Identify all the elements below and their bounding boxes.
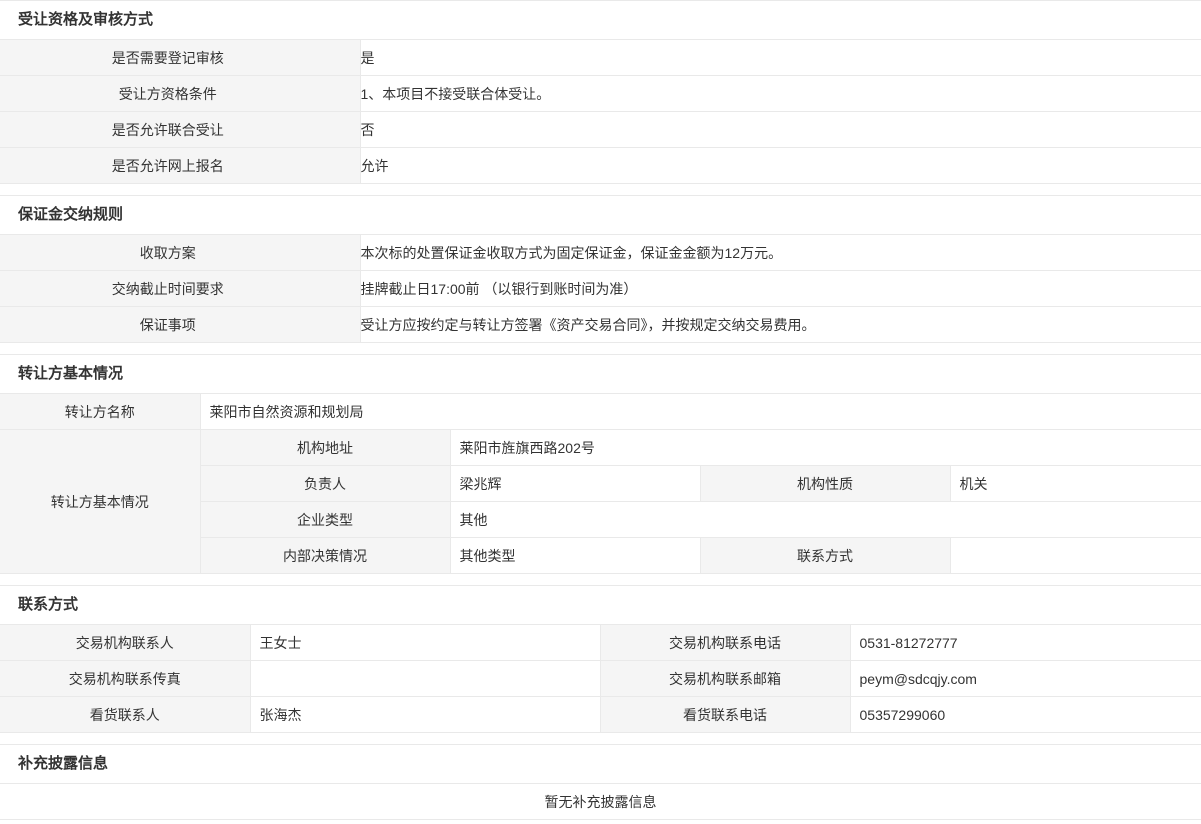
section-title: 联系方式 xyxy=(0,586,1201,625)
table-row: 看货联系人 张海杰 看货联系电话 05357299060 xyxy=(0,697,1201,733)
row-label: 联系方式 xyxy=(700,538,950,574)
table-row: 是否需要登记审核 是 xyxy=(0,40,1201,76)
contact-table: 交易机构联系人 王女士 交易机构联系电话 0531-81272777 交易机构联… xyxy=(0,625,1201,733)
row-value: 其他 xyxy=(450,502,1201,538)
row-label: 交易机构联系传真 xyxy=(0,661,250,697)
section-title: 补充披露信息 xyxy=(0,745,1201,784)
row-label: 看货联系电话 xyxy=(600,697,850,733)
section-deposit-rules: 保证金交纳规则 收取方案 本次标的处置保证金收取方式为固定保证金，保证金金额为1… xyxy=(0,195,1201,343)
transferor-table: 转让方名称 莱阳市自然资源和规划局 转让方基本情况 机构地址 莱阳市旌旗西路20… xyxy=(0,394,1201,574)
section-contact-info: 联系方式 交易机构联系人 王女士 交易机构联系电话 0531-81272777 … xyxy=(0,585,1201,733)
row-value: 1、本项目不接受联合体受让。 xyxy=(360,76,1201,112)
row-label: 转让方名称 xyxy=(0,394,200,430)
row-label: 交易机构联系邮箱 xyxy=(600,661,850,697)
table-row: 保证事项 受让方应按约定与转让方签署《资产交易合同》，并按规定交纳交易费用。 xyxy=(0,307,1201,343)
row-label: 机构地址 xyxy=(200,430,450,466)
row-label: 负责人 xyxy=(200,466,450,502)
qualification-table: 是否需要登记审核 是 受让方资格条件 1、本项目不接受联合体受让。 是否允许联合… xyxy=(0,40,1201,184)
row-value: 0531-81272777 xyxy=(850,625,1201,661)
row-value: 王女士 xyxy=(250,625,600,661)
table-row: 收取方案 本次标的处置保证金收取方式为固定保证金，保证金金额为12万元。 xyxy=(0,235,1201,271)
row-value: peym@sdcqjy.com xyxy=(850,661,1201,697)
deposit-table: 收取方案 本次标的处置保证金收取方式为固定保证金，保证金金额为12万元。 交纳截… xyxy=(0,235,1201,343)
row-label: 交易机构联系电话 xyxy=(600,625,850,661)
table-row: 是否允许联合受让 否 xyxy=(0,112,1201,148)
row-value: 允许 xyxy=(360,148,1201,184)
row-value: 受让方应按约定与转让方签署《资产交易合同》，并按规定交纳交易费用。 xyxy=(360,307,1201,343)
row-label: 看货联系人 xyxy=(0,697,250,733)
table-row: 是否允许网上报名 允许 xyxy=(0,148,1201,184)
row-value: 机关 xyxy=(950,466,1201,502)
row-label: 保证事项 xyxy=(0,307,360,343)
table-row: 交纳截止时间要求 挂牌截止日17:00前 （以银行到账时间为准） xyxy=(0,271,1201,307)
section-title: 转让方基本情况 xyxy=(0,355,1201,394)
row-label: 受让方资格条件 xyxy=(0,76,360,112)
row-label: 收取方案 xyxy=(0,235,360,271)
row-value xyxy=(250,661,600,697)
row-label: 企业类型 xyxy=(200,502,450,538)
row-value: 挂牌截止日17:00前 （以银行到账时间为准） xyxy=(360,271,1201,307)
row-value: 05357299060 xyxy=(850,697,1201,733)
row-value: 莱阳市自然资源和规划局 xyxy=(200,394,1201,430)
row-label: 内部决策情况 xyxy=(200,538,450,574)
section-title: 受让资格及审核方式 xyxy=(0,1,1201,40)
group-label: 转让方基本情况 xyxy=(0,430,200,574)
section-transferor-info: 转让方基本情况 转让方名称 莱阳市自然资源和规划局 转让方基本情况 机构地址 莱… xyxy=(0,354,1201,574)
table-row: 暂无补充披露信息 xyxy=(0,784,1201,820)
row-label: 是否允许网上报名 xyxy=(0,148,360,184)
table-row: 受让方资格条件 1、本项目不接受联合体受让。 xyxy=(0,76,1201,112)
row-label: 是否需要登记审核 xyxy=(0,40,360,76)
row-value xyxy=(950,538,1201,574)
table-row: 转让方名称 莱阳市自然资源和规划局 xyxy=(0,394,1201,430)
row-value: 梁兆辉 xyxy=(450,466,700,502)
section-supplementary-disclosure: 补充披露信息 暂无补充披露信息 xyxy=(0,744,1201,820)
row-label: 机构性质 xyxy=(700,466,950,502)
row-value: 莱阳市旌旗西路202号 xyxy=(450,430,1201,466)
row-label: 是否允许联合受让 xyxy=(0,112,360,148)
row-label: 交纳截止时间要求 xyxy=(0,271,360,307)
row-value: 本次标的处置保证金收取方式为固定保证金，保证金金额为12万元。 xyxy=(360,235,1201,271)
table-row: 交易机构联系人 王女士 交易机构联系电话 0531-81272777 xyxy=(0,625,1201,661)
section-title: 保证金交纳规则 xyxy=(0,196,1201,235)
row-value: 张海杰 xyxy=(250,697,600,733)
row-value: 其他类型 xyxy=(450,538,700,574)
table-row: 转让方基本情况 机构地址 莱阳市旌旗西路202号 xyxy=(0,430,1201,466)
row-value: 否 xyxy=(360,112,1201,148)
empty-disclosure-text: 暂无补充披露信息 xyxy=(0,784,1201,820)
section-transfer-qualification: 受让资格及审核方式 是否需要登记审核 是 受让方资格条件 1、本项目不接受联合体… xyxy=(0,0,1201,184)
disclosure-table: 暂无补充披露信息 xyxy=(0,784,1201,820)
row-label: 交易机构联系人 xyxy=(0,625,250,661)
row-value: 是 xyxy=(360,40,1201,76)
table-row: 交易机构联系传真 交易机构联系邮箱 peym@sdcqjy.com xyxy=(0,661,1201,697)
